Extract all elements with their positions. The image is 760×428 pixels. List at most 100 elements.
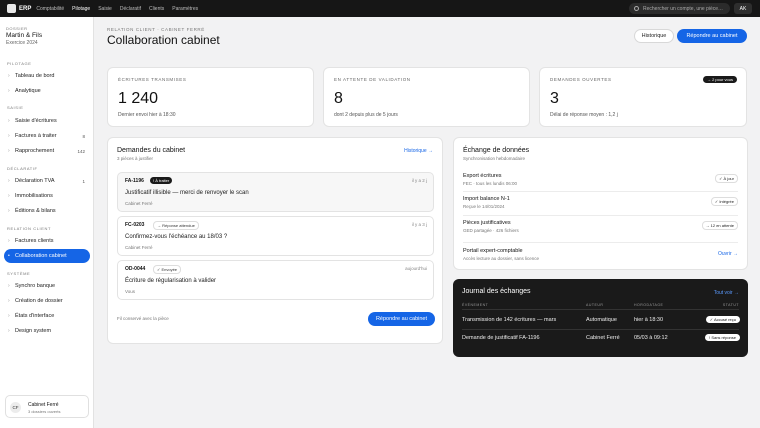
sidebar-item-rapprochement[interactable]: › Rapprochement 142: [4, 144, 90, 158]
journal-time: 05/03 à 09:12: [634, 335, 668, 341]
sidebar-item-declaration-tva[interactable]: › Déclaration TVA 1: [4, 174, 90, 188]
exchange-name: Portail expert-comptable: [463, 248, 523, 254]
sidebar-item-synchro-banque[interactable]: › Synchro banque: [4, 279, 90, 293]
user-card[interactable]: CF Cabinet Ferré 3 dossiers ouverts: [5, 395, 89, 418]
chevron-right-icon: ›: [8, 133, 10, 139]
request-item[interactable]: FA-1196 ! À traiter il y a 2 j Justifica…: [117, 172, 434, 212]
journal-time: hier à 18:30: [634, 317, 664, 323]
exchange-sub: Accès lecture au dossier, sans licence: [463, 256, 540, 261]
requests-panel: Demandes du cabinet 3 pièces à justifier…: [107, 137, 443, 344]
stat-sub: dont 2 depuis plus de 5 jours: [334, 112, 398, 118]
dossier-label: DOSSIER: [6, 26, 28, 31]
sidebar-item-analytique[interactable]: › Analytique: [4, 84, 90, 98]
journal-author: Automatique: [586, 317, 617, 323]
chevron-right-icon: •: [8, 253, 10, 259]
search-input[interactable]: Rechercher un compte, une pièce…: [629, 3, 730, 14]
logo-icon: [7, 4, 16, 13]
request-item[interactable]: FC-0203 → Réponse attendue il y a 3 j Co…: [117, 216, 434, 256]
sidebar-item-tableau-de-bord[interactable]: › Tableau de bord: [4, 69, 90, 83]
stat-label: EN ATTENTE DE VALIDATION: [334, 77, 411, 82]
request-message: Confirmez-vous l'échéance au 18/03 ?: [125, 234, 228, 240]
reply-cabinet-button[interactable]: Répondre au cabinet: [677, 29, 747, 43]
section-label-saisie: SAISIE: [7, 105, 24, 110]
section-label-relation-client: RELATION CLIENT: [7, 226, 52, 231]
sidebar-item-label: Factures clients: [15, 238, 54, 244]
stat-value: 1 240: [118, 90, 159, 107]
dossier-name[interactable]: Martin & Fils: [6, 32, 42, 39]
user-name: Cabinet Ferré: [28, 402, 59, 408]
requests-sub: 3 pièces à justifier: [117, 156, 154, 161]
history-button[interactable]: Historique: [634, 29, 674, 43]
sidebar-item-saisie-ecritures[interactable]: › Saisie d'écritures: [4, 114, 90, 128]
nav-declaratif[interactable]: Déclaratif: [120, 6, 141, 12]
sidebar-item-label: Synchro banque: [15, 283, 56, 289]
sidebar-item-label: États d'interface: [15, 313, 55, 319]
chevron-right-icon: ›: [8, 88, 10, 94]
divider: [462, 309, 739, 310]
chevron-right-icon: ›: [8, 298, 10, 304]
search-icon: [634, 6, 639, 11]
stat-sub: Délai de réponse moyen : 1,2 j: [550, 112, 618, 118]
nav-saisie[interactable]: Saisie: [98, 6, 112, 12]
sidebar-item-creation-dossier[interactable]: › Création de dossier: [4, 294, 90, 308]
chevron-right-icon: ›: [8, 118, 10, 124]
stat-value: 8: [334, 90, 343, 107]
request-from: Cabinet Ferré: [125, 201, 153, 206]
status-badge: ✓ Envoyée: [153, 265, 182, 274]
breadcrumb: RELATION CLIENT · CABINET FERRÉ: [107, 27, 205, 32]
journal-event: Demande de justificatif FA-1196: [462, 335, 540, 341]
exchange-name: Export écritures: [463, 173, 502, 179]
page-title: Collaboration cabinet: [107, 33, 220, 47]
nav-pilotage[interactable]: Pilotage: [72, 6, 90, 12]
reply-cabinet-button-bottom[interactable]: Répondre au cabinet: [368, 312, 435, 326]
exchange-sub: Reçue le 14/01/2024: [463, 204, 505, 209]
divider: [463, 215, 738, 216]
for-you-badge[interactable]: → 2 pour vous: [702, 76, 737, 83]
sidebar-item-label: Analytique: [15, 88, 41, 94]
search-placeholder: Rechercher un compte, une pièce…: [643, 5, 724, 12]
section-label-pilotage: PILOTAGE: [7, 61, 32, 66]
nav-comptabilite[interactable]: Comptabilité: [36, 6, 64, 12]
footer-note: Fil conservé avec la pièce: [117, 316, 169, 321]
requests-history-link[interactable]: Historique →: [404, 148, 433, 154]
sidebar-item-label: Éditions & bilans: [15, 208, 56, 214]
journal-title: Journal des échanges: [462, 288, 531, 295]
request-from: Vous: [125, 289, 136, 294]
sidebar-item-label: Design system: [15, 328, 52, 334]
exchange-row-pieces: Pièces justificatives GED partagée · 426…: [463, 220, 738, 242]
journal-author: Cabinet Ferré: [586, 335, 620, 341]
count-badge: 1: [82, 178, 85, 184]
status-badge: ! À traiter: [150, 177, 173, 184]
avatar: CF: [10, 402, 21, 413]
divider: [463, 242, 738, 243]
divider: [462, 329, 739, 330]
stat-value: 3: [550, 90, 559, 107]
sidebar-item-label: Tableau de bord: [15, 73, 55, 79]
data-exchange-panel: Échange de données Synchronisation hebdo…: [453, 137, 748, 270]
request-from: Cabinet Ferré: [125, 245, 153, 250]
open-portal-link[interactable]: Ouvrir →: [718, 251, 738, 257]
sidebar-item-factures-clients[interactable]: › Factures clients: [4, 234, 90, 248]
sidebar-item-immobilisations[interactable]: › Immobilisations: [4, 189, 90, 203]
sidebar-item-etats-interface[interactable]: › États d'interface: [4, 309, 90, 323]
sidebar-item-collaboration-cabinet[interactable]: • Collaboration cabinet: [4, 249, 90, 263]
sidebar-item-design-system[interactable]: › Design system: [4, 324, 90, 338]
chevron-right-icon: ›: [8, 283, 10, 289]
nav-clients[interactable]: Clients: [149, 6, 164, 12]
sidebar-item-factures-a-traiter[interactable]: › Factures à traiter 8: [4, 129, 90, 143]
stat-card-ecritures: ÉCRITURES TRANSMISES 1 240 Dernier envoi…: [107, 67, 314, 127]
sidebar-item-label: Immobilisations: [15, 193, 53, 199]
user-sub: 3 dossiers ouverts: [28, 409, 61, 414]
stat-label: DEMANDES OUVERTES: [550, 77, 612, 82]
user-avatar[interactable]: AK: [734, 3, 752, 14]
brand-name: ERP: [19, 5, 32, 12]
nav-parametres[interactable]: Paramètres: [172, 6, 198, 12]
chevron-right-icon: ›: [8, 178, 10, 184]
journal-see-all-link[interactable]: Tout voir →: [714, 290, 739, 296]
chevron-right-icon: ›: [8, 313, 10, 319]
dossier-year: Exercice 2024: [6, 40, 38, 46]
sidebar-item-editions-bilans[interactable]: › Éditions & bilans: [4, 204, 90, 218]
chevron-right-icon: ›: [8, 328, 10, 334]
sidebar-item-label: Collaboration cabinet: [15, 253, 67, 259]
request-item[interactable]: OD-0044 ✓ Envoyée aujourd'hui Écriture d…: [117, 260, 434, 300]
